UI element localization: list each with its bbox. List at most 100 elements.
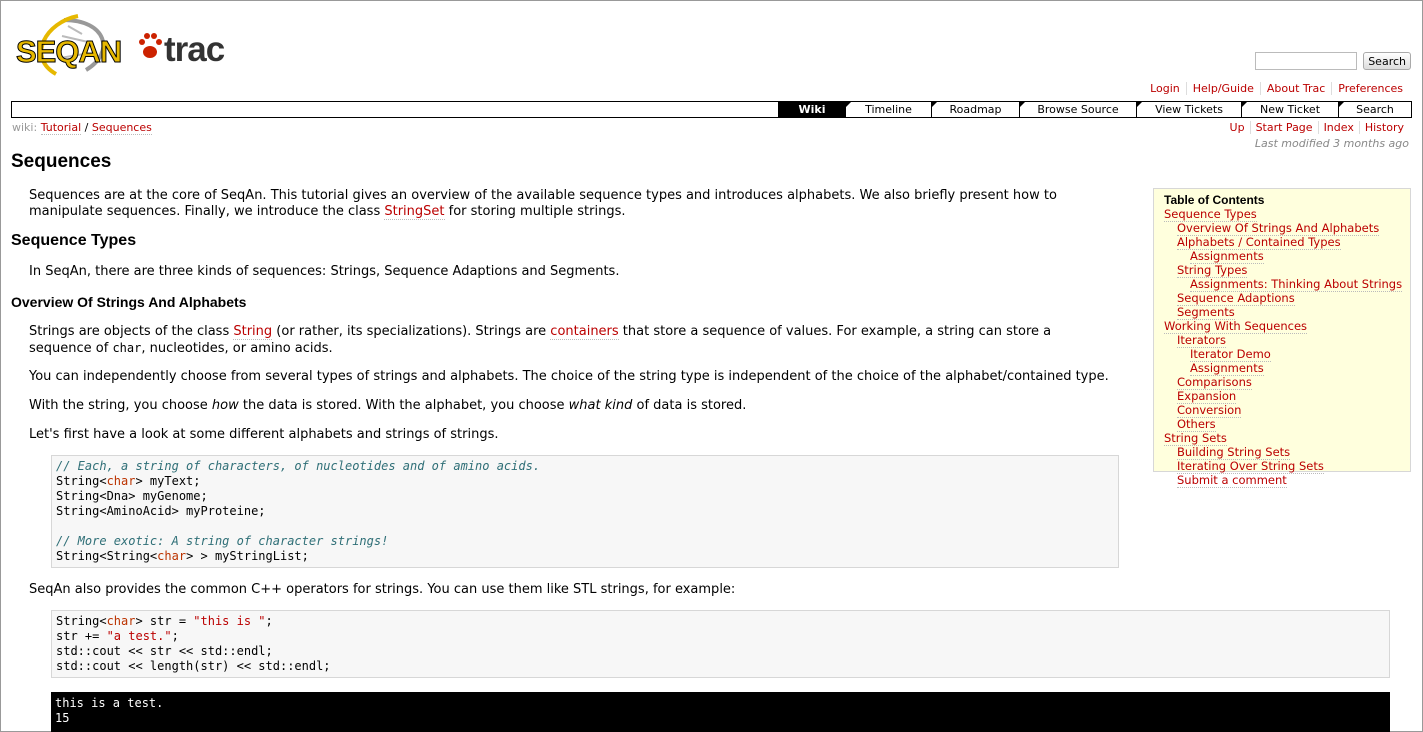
logo-seqan-text: SEQAN bbox=[15, 34, 122, 70]
metanav-about-trac[interactable]: About Trac bbox=[1259, 82, 1331, 95]
tab-timeline[interactable]: Timeline bbox=[845, 102, 931, 117]
code1-comment-1: // Each, a string of characters, of nucl… bbox=[56, 459, 541, 473]
code2-string-2: "a test." bbox=[106, 629, 172, 643]
tab-view-tickets[interactable]: View Tickets bbox=[1136, 102, 1241, 117]
toc-item[interactable]: Iterators bbox=[1177, 334, 1227, 348]
toc-item[interactable]: Expansion bbox=[1177, 390, 1237, 404]
how-text-1: With the string, you choose bbox=[29, 398, 212, 413]
code1-keyword-2: char bbox=[157, 549, 187, 563]
code1-keyword-1: char bbox=[106, 474, 136, 488]
tab-browse-source[interactable]: Browse Source bbox=[1019, 102, 1136, 117]
intro-paragraph: Sequences are at the core of SeqAn. This… bbox=[29, 188, 1057, 220]
ctxtnav-history[interactable]: History bbox=[1358, 121, 1409, 134]
toc-list: Sequence Types Overview Of Strings And Al… bbox=[1164, 208, 1403, 488]
how-text-2: the data is stored. With the alphabet, y… bbox=[238, 398, 569, 413]
toc-item[interactable]: Others bbox=[1177, 418, 1216, 432]
toc-item[interactable]: Alphabets / Contained Types bbox=[1177, 236, 1341, 250]
heading-sequence-types: Sequence Types bbox=[11, 232, 137, 249]
toc-item[interactable]: Assignments: Thinking About Strings bbox=[1190, 278, 1403, 292]
search-button[interactable]: Search bbox=[1363, 52, 1411, 70]
table-of-contents: Table of Contents Sequence Types Overview… bbox=[1153, 188, 1411, 488]
page-title: Sequences bbox=[11, 151, 112, 172]
toc-item[interactable]: Working With Sequences bbox=[1164, 320, 1308, 334]
ctxtnav-up[interactable]: Up bbox=[1225, 121, 1250, 134]
heading-overview: Overview Of Strings And Alphabets bbox=[11, 294, 247, 310]
choose-paragraph: You can independently choose from severa… bbox=[29, 369, 1109, 384]
code1-comment-2: // More exotic: A string of character st… bbox=[56, 534, 389, 548]
metanav-preferences[interactable]: Preferences bbox=[1331, 82, 1409, 95]
containers-link[interactable]: containers bbox=[550, 324, 619, 340]
seqan-trac-logo[interactable]: SEQAN trac bbox=[15, 12, 231, 82]
paw-icon bbox=[139, 33, 162, 58]
code1-line-2: String<Dna> myGenome; bbox=[56, 489, 208, 503]
search-form: Search bbox=[1255, 52, 1411, 70]
output-line-1: this is a test. bbox=[55, 696, 164, 710]
main-nav: Wiki Timeline Roadmap Browse Source View… bbox=[11, 101, 1412, 118]
strings-text-1: Strings are objects of the class bbox=[29, 324, 234, 339]
tab-roadmap[interactable]: Roadmap bbox=[931, 102, 1019, 117]
metanav-help-guide[interactable]: Help/Guide bbox=[1185, 82, 1260, 95]
toc-item[interactable]: Iterating Over String Sets bbox=[1177, 460, 1324, 474]
ctxtnav-index[interactable]: Index bbox=[1317, 121, 1359, 134]
breadcrumb: wiki: Tutorial / Sequences bbox=[12, 121, 152, 135]
strings-text-3: that store a sequence of values. For exa… bbox=[618, 324, 1052, 339]
tab-new-ticket[interactable]: New Ticket bbox=[1241, 102, 1338, 117]
toc-item[interactable]: Sequence Adaptions bbox=[1177, 292, 1295, 306]
metanav-login[interactable]: Login bbox=[1144, 82, 1186, 95]
breadcrumb-separator: / bbox=[84, 121, 89, 134]
how-emphasis: how bbox=[211, 398, 239, 413]
toc-item[interactable]: Overview Of Strings And Alphabets bbox=[1177, 222, 1380, 236]
toc-item[interactable]: Assignments bbox=[1190, 362, 1264, 376]
stringset-link[interactable]: StringSet bbox=[384, 204, 445, 220]
last-modified: Last modified 3 months ago bbox=[1254, 137, 1409, 150]
toc-item[interactable]: Submit a comment bbox=[1177, 474, 1287, 488]
code1-line-4a: String<String< bbox=[56, 549, 158, 563]
cpp-paragraph: SeqAn also provides the common C++ opera… bbox=[29, 582, 736, 597]
code-block-operators: String<char> str = "this is "; str += "a… bbox=[51, 610, 1390, 678]
how-paragraph: With the string, you choose how the data… bbox=[29, 398, 746, 414]
toc-item[interactable]: Iterator Demo bbox=[1190, 348, 1271, 362]
toc-item[interactable]: Assignments bbox=[1190, 250, 1264, 264]
output-block: this is a test. 15 bbox=[51, 692, 1390, 732]
breadcrumb-tutorial[interactable]: Tutorial bbox=[40, 121, 82, 135]
breadcrumb-sequences[interactable]: Sequences bbox=[91, 121, 152, 135]
tab-search[interactable]: Search bbox=[1338, 102, 1411, 117]
code2-line-1a: String< bbox=[56, 614, 107, 628]
code-block-alphabets: // Each, a string of characters, of nucl… bbox=[51, 455, 1119, 568]
code1-line-3: String<AminoAcid> myProteine; bbox=[56, 504, 266, 518]
code2-line-1c: ; bbox=[265, 614, 273, 628]
code2-keyword: char bbox=[106, 614, 136, 628]
toc-item[interactable]: Sequence Types bbox=[1164, 208, 1257, 222]
toc-item[interactable]: Conversion bbox=[1177, 404, 1242, 418]
tab-wiki[interactable]: Wiki bbox=[778, 102, 845, 117]
toc-item[interactable]: String Types bbox=[1177, 264, 1248, 278]
kinds-paragraph: In SeqAn, there are three kinds of seque… bbox=[29, 264, 620, 279]
logo-trac-text: trac bbox=[164, 30, 225, 69]
toc-item[interactable]: Segments bbox=[1177, 306, 1235, 320]
strings-text-4: sequence of bbox=[29, 341, 113, 356]
how-text-3: of data is stored. bbox=[632, 398, 747, 413]
intro-line-1: Sequences are at the core of SeqAn. This… bbox=[29, 188, 1057, 203]
first-look-paragraph: Let's first have a look at some differen… bbox=[29, 427, 499, 442]
toc-item[interactable]: Building String Sets bbox=[1177, 446, 1291, 460]
toc-item[interactable]: String Sets bbox=[1164, 432, 1227, 446]
toc-item[interactable]: Comparisons bbox=[1177, 376, 1252, 390]
code1-line-1b: > myText; bbox=[135, 474, 201, 488]
ctxtnav-start-page[interactable]: Start Page bbox=[1249, 121, 1318, 134]
code2-line-3: std::cout << str << std::endl; bbox=[56, 644, 273, 658]
code2-line-1b: > str = bbox=[135, 614, 194, 628]
meta-nav: Login Help/Guide About Trac Preferences bbox=[1144, 82, 1409, 95]
code2-string-1: "this is " bbox=[193, 614, 266, 628]
output-line-2: 15 bbox=[55, 711, 70, 725]
strings-text-5: , nucleotides, or amino acids. bbox=[141, 341, 333, 356]
search-input[interactable] bbox=[1255, 52, 1358, 70]
strings-paragraph: Strings are objects of the class String … bbox=[29, 324, 1051, 357]
context-nav: Up Start Page Index History bbox=[1225, 121, 1409, 134]
what-kind-emphasis: what kind bbox=[568, 398, 633, 413]
code1-line-4b: > > myStringList; bbox=[186, 549, 309, 563]
intro-line-2-pre: manipulate sequences. Finally, we introd… bbox=[29, 204, 385, 219]
string-link[interactable]: String bbox=[233, 324, 273, 340]
code2-line-2a: str += bbox=[56, 629, 107, 643]
char-code: char bbox=[112, 341, 142, 355]
toc-title: Table of Contents bbox=[1164, 193, 1265, 207]
